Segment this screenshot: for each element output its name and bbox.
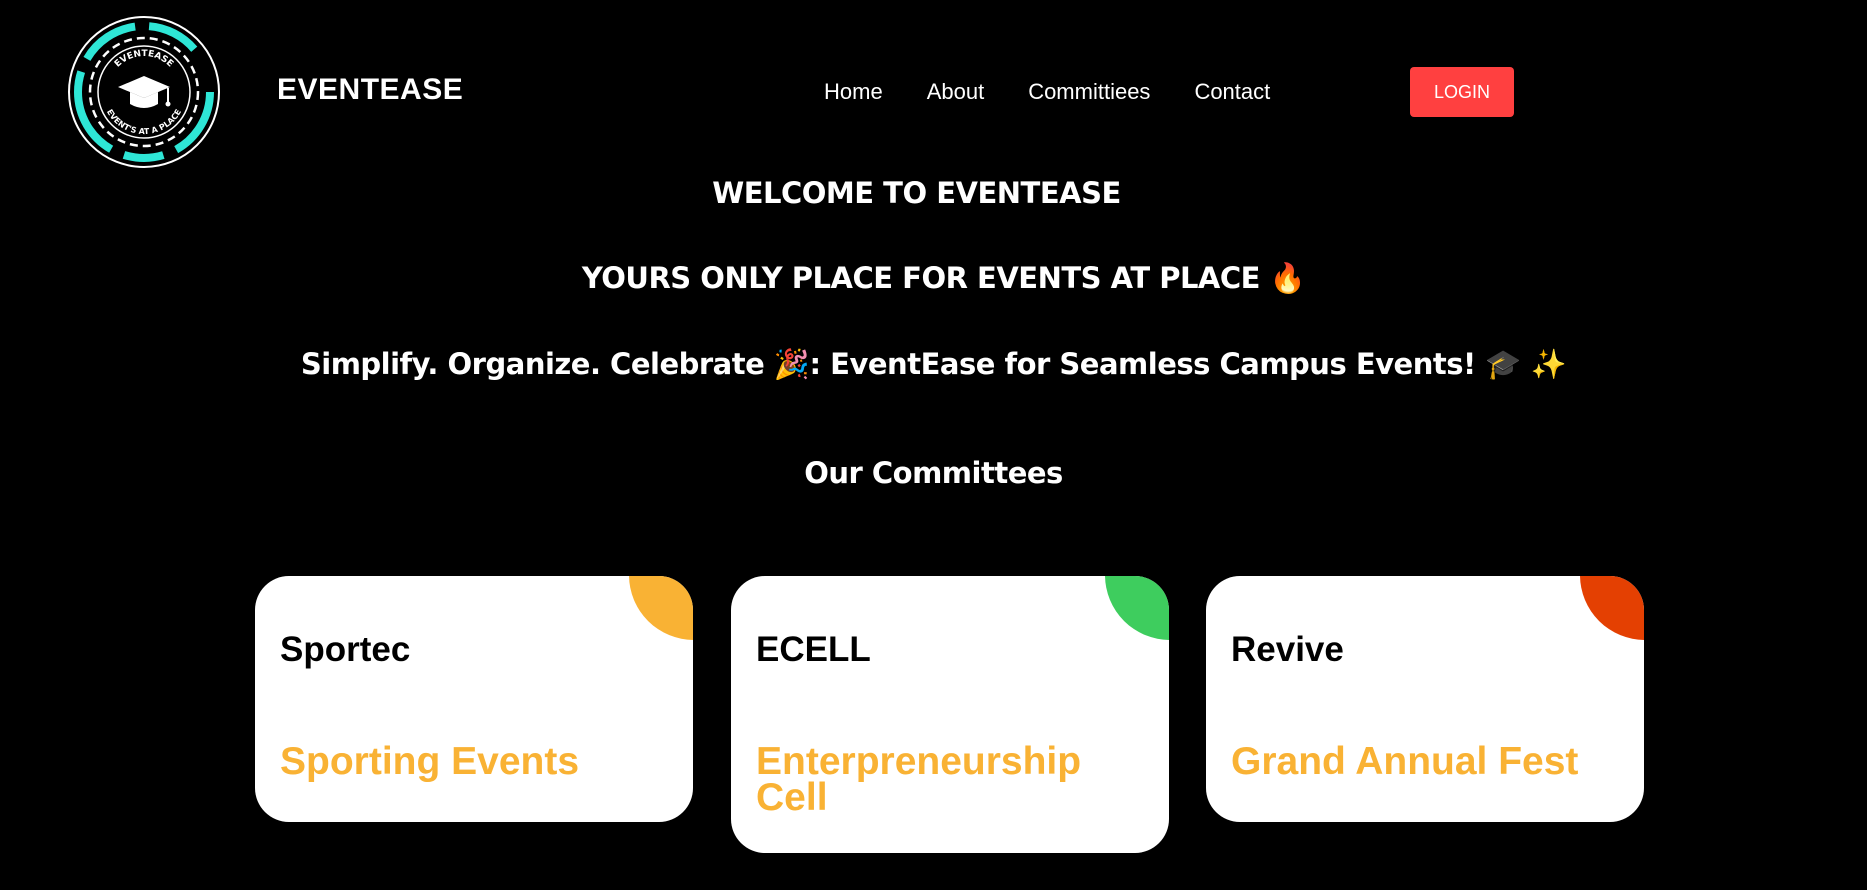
committees-title: Our Committees — [804, 456, 1063, 490]
eventease-logo[interactable]: EVENTEASE EVENT'S AT A PLACE — [68, 16, 220, 168]
card-corner-accent — [1580, 576, 1644, 640]
card-title: Revive — [1231, 630, 1344, 669]
card-title: Sportec — [280, 630, 411, 669]
card-corner-accent — [1105, 576, 1169, 640]
page: EVENTEASE EVENT'S AT A PLACE EVENTEASE H… — [0, 0, 1867, 890]
committee-card-revive[interactable]: Revive Grand Annual Fest — [1206, 576, 1644, 822]
card-corner-accent — [629, 576, 693, 640]
nav-committiees[interactable]: Committiees — [1028, 79, 1150, 105]
card-subtitle: Enterpreneurship Cell — [756, 740, 1082, 819]
nav-home[interactable]: Home — [824, 79, 883, 105]
card-subtitle: Grand Annual Fest — [1231, 740, 1579, 783]
login-button[interactable]: LOGIN — [1410, 67, 1514, 117]
nav-contact[interactable]: Contact — [1194, 79, 1270, 105]
hero-tagline: YOURS ONLY PLACE FOR EVENTS AT PLACE 🔥 — [581, 261, 1306, 295]
card-subtitle: Sporting Events — [280, 740, 580, 783]
main-nav: Home About Committiees Contact — [824, 79, 1270, 105]
nav-about[interactable]: About — [927, 79, 985, 105]
committee-card-sportec[interactable]: Sportec Sporting Events — [255, 576, 693, 822]
card-title: ECELL — [756, 630, 871, 669]
hero-slogan: Simplify. Organize. Celebrate 🎉: EventEa… — [300, 347, 1567, 381]
hero-welcome: WELCOME TO EVENTEASE — [712, 176, 1121, 210]
committee-card-ecell[interactable]: ECELL Enterpreneurship Cell — [731, 576, 1169, 853]
brand-name: EVENTEASE — [277, 73, 464, 106]
logo-emblem: EVENTEASE EVENT'S AT A PLACE — [68, 16, 220, 168]
